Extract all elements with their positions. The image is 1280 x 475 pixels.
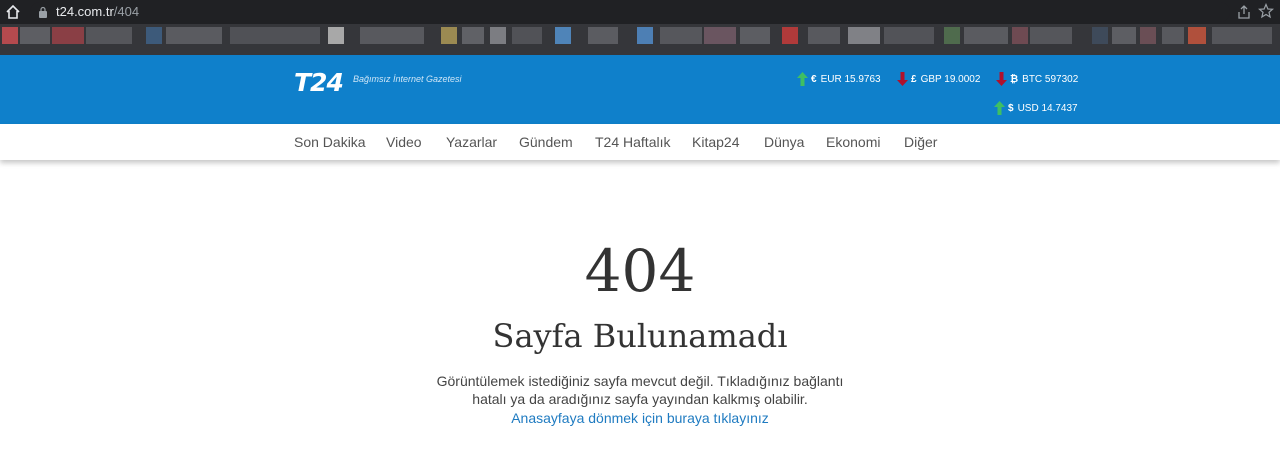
bookmark-item[interactable]	[637, 27, 653, 44]
bookmark-item[interactable]	[1140, 27, 1156, 44]
browser-toolbar: t24.com.tr/404	[0, 0, 1280, 24]
error-title: Sayfa Bulunamadı	[492, 317, 788, 355]
nav-item-son-dakika[interactable]: Son Dakika	[294, 134, 366, 150]
bookmarks-bar	[0, 24, 1280, 55]
bookmark-item[interactable]	[964, 27, 1008, 44]
rate-gbp: £ GBP 19.0002	[897, 72, 980, 86]
nav-item-kitap24[interactable]: Kitap24	[692, 134, 739, 150]
bookmark-item[interactable]	[462, 27, 484, 44]
bookmark-item[interactable]	[782, 27, 798, 44]
bookmark-item[interactable]	[146, 27, 162, 44]
bookmark-item[interactable]	[884, 27, 934, 44]
bookmark-item[interactable]	[1212, 27, 1272, 44]
bookmark-star-icon[interactable]	[1258, 3, 1274, 19]
bookmark-item[interactable]	[660, 27, 702, 44]
bookmark-item[interactable]	[1012, 27, 1028, 44]
bookmark-item[interactable]	[86, 27, 132, 44]
bookmark-item[interactable]	[704, 27, 736, 44]
bookmark-item[interactable]	[1092, 27, 1108, 44]
pound-icon: £	[911, 73, 917, 85]
bookmark-item[interactable]	[555, 27, 571, 44]
bookmark-item[interactable]	[512, 27, 542, 44]
site-tagline: Bağımsız İnternet Gazetesi	[353, 74, 462, 84]
bookmark-item[interactable]	[490, 27, 506, 44]
rate-eur: € EUR 15.9763	[797, 72, 881, 86]
bookmark-item[interactable]	[588, 27, 618, 44]
rate-label: GBP 19.0002	[920, 73, 981, 85]
site-header: T24 Bağımsız İnternet Gazetesi € EUR 15.…	[0, 55, 1280, 124]
bookmark-item[interactable]	[1162, 27, 1184, 44]
nav-item-dunya[interactable]: Dünya	[764, 134, 804, 150]
bookmark-item[interactable]	[740, 27, 770, 44]
down-arrow-icon	[996, 72, 1007, 86]
dollar-icon: $	[1008, 102, 1014, 114]
home-link[interactable]: Anasayfaya dönmek için buraya tıklayınız	[0, 409, 1280, 427]
bookmark-item[interactable]	[328, 27, 344, 44]
up-arrow-icon	[994, 101, 1005, 115]
home-icon[interactable]	[4, 3, 22, 21]
bookmark-item[interactable]	[230, 27, 320, 44]
rate-btc: ₿ BTC 597302	[996, 72, 1078, 86]
share-icon[interactable]	[1236, 4, 1252, 20]
nav-item-diger[interactable]: Diğer	[904, 134, 937, 150]
bookmark-item[interactable]	[808, 27, 840, 44]
rate-usd: $ USD 14.7437	[994, 101, 1078, 115]
bookmark-item[interactable]	[360, 27, 424, 44]
euro-icon: €	[811, 73, 817, 85]
bookmark-item[interactable]	[441, 27, 457, 44]
bookmark-item[interactable]	[20, 27, 50, 44]
site-logo[interactable]: T24	[294, 68, 344, 97]
up-arrow-icon	[797, 72, 808, 86]
bookmark-item[interactable]	[2, 27, 18, 44]
bookmark-item[interactable]	[1112, 27, 1136, 44]
bookmark-item[interactable]	[166, 27, 222, 44]
url-path: /404	[113, 4, 140, 19]
nav-item-video[interactable]: Video	[386, 134, 422, 150]
bookmark-item[interactable]	[848, 27, 880, 44]
down-arrow-icon	[897, 72, 908, 86]
bookmark-item[interactable]	[944, 27, 960, 44]
url-host: t24.com.tr	[56, 4, 114, 19]
bookmark-item[interactable]	[1188, 27, 1206, 44]
address-bar[interactable]	[30, 2, 1230, 22]
lock-icon	[39, 6, 47, 18]
error-description: Görüntülemek istediğiniz sayfa mevcut de…	[436, 373, 844, 407]
rate-label: BTC 597302	[1022, 73, 1079, 85]
url-text[interactable]: t24.com.tr/404	[56, 4, 139, 19]
rate-label: EUR 15.9763	[820, 73, 881, 85]
browser-chrome: t24.com.tr/404	[0, 0, 1280, 55]
main-nav: Son Dakika Video Yazarlar Gündem T24 Haf…	[0, 124, 1280, 160]
bitcoin-icon: ₿	[1010, 73, 1019, 85]
error-code: 404	[584, 237, 696, 305]
bookmark-item[interactable]	[1030, 27, 1072, 44]
rate-label: USD 14.7437	[1017, 102, 1078, 114]
nav-item-yazarlar[interactable]: Yazarlar	[446, 134, 497, 150]
nav-item-t24-haftalik[interactable]: T24 Haftalık	[595, 134, 670, 150]
nav-item-ekonomi[interactable]: Ekonomi	[826, 134, 880, 150]
nav-item-gundem[interactable]: Gündem	[519, 134, 573, 150]
bookmark-item[interactable]	[52, 27, 84, 44]
